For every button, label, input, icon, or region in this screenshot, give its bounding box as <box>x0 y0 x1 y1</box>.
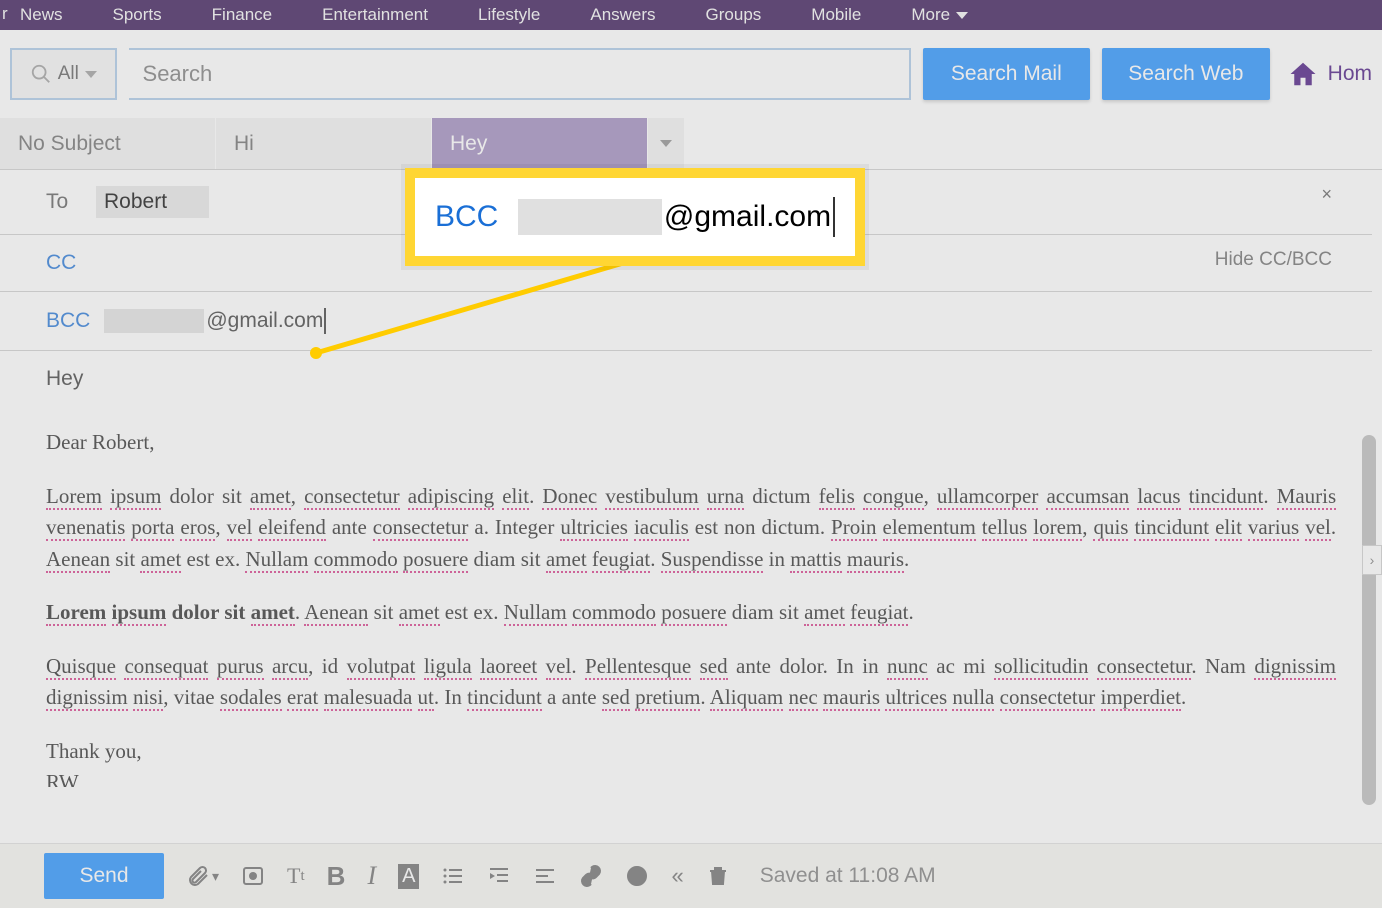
nav-more[interactable]: More <box>911 5 968 25</box>
home-label: Hom <box>1328 62 1372 86</box>
attach-icon[interactable]: ▾ <box>186 864 219 888</box>
search-mail-button[interactable]: Search Mail <box>923 48 1091 100</box>
callout-label: BCC <box>435 200 498 234</box>
greeting: Dear Robert, <box>46 427 1336 459</box>
bcc-callout: BCC @gmail.com <box>405 168 865 266</box>
bcc-label: BCC <box>46 309 90 333</box>
nav-sports[interactable]: Sports <box>113 5 162 25</box>
top-nav: r News Sports Finance Entertainment Life… <box>0 0 1382 30</box>
search-bar: All Search Mail Search Web Hom <box>0 30 1382 118</box>
tab-hey[interactable]: Hey <box>432 118 648 169</box>
font-color-icon[interactable]: A <box>398 864 419 889</box>
side-expand-handle[interactable]: › <box>1362 545 1382 575</box>
nav-lifestyle[interactable]: Lifestyle <box>478 5 540 25</box>
callout-redacted <box>518 199 662 235</box>
message-body[interactable]: Dear Robert, Lorem ipsum dolor sit amet,… <box>0 407 1382 787</box>
compose-tabs: No Subject Hi Hey <box>0 118 1382 170</box>
nav-entertainment[interactable]: Entertainment <box>322 5 428 25</box>
subject-input[interactable] <box>46 367 1326 391</box>
subject-row <box>0 351 1372 407</box>
saved-status: Saved at 11:08 AM <box>760 864 936 888</box>
bold-icon[interactable]: B <box>327 861 346 892</box>
search-scope-label: All <box>58 63 79 85</box>
search-web-button[interactable]: Search Web <box>1102 48 1270 100</box>
home-icon <box>1288 59 1318 89</box>
recipient-pill[interactable]: Robert <box>96 186 209 218</box>
scrollbar-thumb[interactable] <box>1362 435 1376 805</box>
link-icon[interactable] <box>579 864 603 888</box>
bcc-row[interactable]: BCC @gmail.com <box>0 292 1372 351</box>
search-icon <box>30 63 52 85</box>
gif-icon[interactable] <box>241 864 265 888</box>
collapse-icon[interactable]: « <box>671 863 683 889</box>
body-p2: Lorem ipsum dolor sit amet. Aenean sit a… <box>46 597 1336 629</box>
chevron-down-icon <box>85 71 97 78</box>
nav-news[interactable]: News <box>20 5 63 25</box>
bcc-value-suffix: @gmail.com <box>206 309 323 333</box>
nav-mobile[interactable]: Mobile <box>811 5 861 25</box>
nav-groups[interactable]: Groups <box>706 5 762 25</box>
align-icon[interactable] <box>533 864 557 888</box>
cc-label: CC <box>46 251 86 275</box>
to-label: To <box>46 190 86 214</box>
bcc-redacted <box>104 309 204 333</box>
tabs-dropdown[interactable] <box>648 118 684 169</box>
callout-suffix: @gmail.com <box>664 200 831 234</box>
body-p3: Quisque consequat purus arcu, id volutpa… <box>46 651 1336 714</box>
text-cursor <box>833 197 835 237</box>
bottom-toolbar: Send ▾ Tt B I A « Saved at 11:08 AM <box>0 843 1382 908</box>
italic-icon[interactable]: I <box>367 861 376 891</box>
body-thanks: Thank you,RW <box>46 736 1336 788</box>
body-p1: Lorem ipsum dolor sit amet, consectetur … <box>46 481 1336 576</box>
home-link[interactable]: Hom <box>1288 59 1372 89</box>
tab-hi[interactable]: Hi <box>216 118 432 169</box>
search-input[interactable] <box>129 48 911 100</box>
send-button[interactable]: Send <box>44 853 164 899</box>
nav-fragment: r <box>2 4 8 24</box>
indent-icon[interactable] <box>487 864 511 888</box>
search-scope-dropdown[interactable]: All <box>10 48 117 100</box>
bullet-list-icon[interactable] <box>441 864 465 888</box>
callout-arrow <box>310 255 650 375</box>
tab-no-subject[interactable]: No Subject <box>0 118 216 169</box>
nav-answers[interactable]: Answers <box>590 5 655 25</box>
hide-cc-bcc-link[interactable]: Hide CC/BCC <box>1215 249 1332 271</box>
text-size-icon[interactable]: Tt <box>287 863 305 889</box>
chevron-down-icon <box>956 12 968 19</box>
close-icon[interactable]: × <box>1321 184 1332 205</box>
nav-finance[interactable]: Finance <box>212 5 272 25</box>
trash-icon[interactable] <box>706 864 730 888</box>
emoji-icon[interactable] <box>625 864 649 888</box>
chevron-down-icon <box>660 140 672 147</box>
